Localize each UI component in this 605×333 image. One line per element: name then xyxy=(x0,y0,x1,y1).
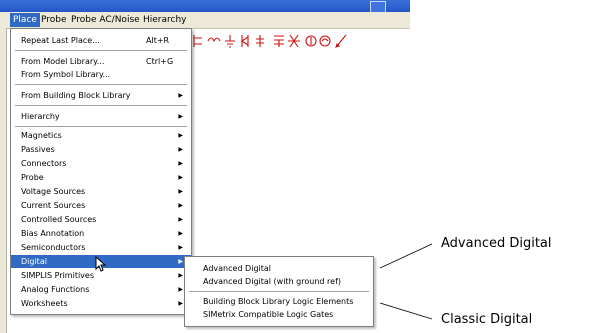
callout-leaders xyxy=(379,243,433,320)
advanced-leader-line xyxy=(379,243,433,269)
advanced-digital-callout: Advanced Digital xyxy=(441,236,552,251)
classic-leader-line xyxy=(379,302,433,320)
classic-digital-callout: Classic Digital xyxy=(441,312,533,327)
